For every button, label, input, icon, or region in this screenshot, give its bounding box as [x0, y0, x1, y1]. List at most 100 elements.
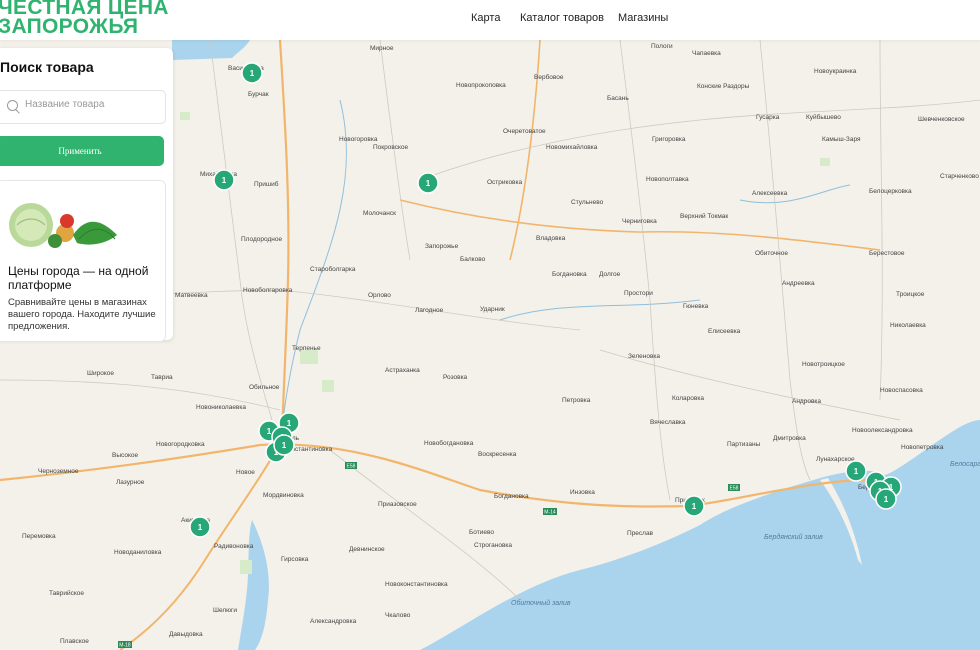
place-label: Новоконстантиновка — [385, 581, 448, 588]
place-label: Новоолександровка — [852, 427, 913, 434]
place-label: Запорожье — [425, 243, 459, 250]
nav-stores[interactable]: Магазины — [618, 12, 668, 24]
road-label: E58 — [730, 486, 739, 492]
place-label: Балково — [460, 256, 486, 263]
place-label: Петровка — [562, 397, 591, 404]
place-label: Остриковка — [487, 179, 523, 186]
place-label: Строгановка — [474, 542, 512, 549]
place-label: Григоровка — [652, 136, 686, 143]
place-label: Чапаевка — [692, 50, 721, 57]
apply-button[interactable]: Применить — [0, 136, 164, 166]
place-label: Простори — [624, 290, 653, 297]
place-label: Плавское — [60, 638, 89, 645]
search-icon — [7, 100, 18, 111]
marker-count: 1 — [426, 179, 431, 188]
promo-text: Сравнивайте цены в магазинах вашего горо… — [8, 297, 156, 332]
place-label: Новополтавка — [646, 176, 689, 183]
place-label: Новоукраинка — [814, 68, 857, 75]
place-label: Старченково — [940, 173, 979, 180]
store-marker[interactable]: 1 — [417, 172, 439, 194]
place-label: Молочанск — [363, 210, 396, 217]
place-label: Гусарка — [756, 114, 780, 121]
water-label: Обиточный залив — [511, 599, 571, 607]
road-label: M-18 — [119, 643, 131, 649]
place-label: Пологи — [651, 43, 673, 50]
place-label: Новониколаевка — [196, 404, 246, 411]
product-search-input[interactable] — [25, 99, 155, 110]
place-label: Коларовка — [672, 395, 704, 402]
place-label: Приазовское — [378, 501, 417, 508]
store-marker[interactable]: 1 — [213, 169, 235, 191]
place-label: Терпенье — [292, 345, 321, 352]
place-label: Богдановка — [494, 493, 529, 500]
store-marker[interactable]: 1 — [875, 488, 897, 510]
marker-count: 1 — [282, 441, 287, 450]
nav-map[interactable]: Карта — [471, 12, 500, 24]
water-label: Белосарайская — [950, 460, 980, 468]
place-label: Камыш-Заря — [822, 136, 861, 143]
marker-count: 1 — [267, 427, 272, 436]
store-marker[interactable]: 1 — [189, 516, 211, 538]
place-label: Староболгарка — [310, 265, 356, 273]
store-marker[interactable]: 1 — [241, 62, 263, 84]
nav-catalog[interactable]: Каталог товаров — [520, 12, 604, 24]
marker-count: 1 — [854, 467, 859, 476]
place-label: Воскресенка — [478, 451, 517, 458]
road-label: M-14 — [544, 510, 556, 516]
place-label: Новогородковка — [156, 441, 205, 448]
place-label: Долгое — [599, 271, 621, 278]
vegetables-illustration — [9, 203, 117, 248]
place-label: Астраханка — [385, 367, 420, 374]
place-label: Обильное — [249, 383, 280, 391]
place-label: Высокое — [112, 452, 138, 459]
marker-count: 1 — [198, 523, 203, 532]
place-label: Новое — [236, 469, 255, 476]
place-label: Вербовое — [534, 73, 564, 81]
place-label: Лагодное — [415, 307, 444, 314]
panel-title: Поиск товара — [0, 59, 94, 75]
place-label: Плодородное — [241, 236, 283, 243]
place-label: Новомихайловка — [546, 143, 598, 151]
place-label: Мирное — [370, 45, 394, 52]
store-marker[interactable]: 1 — [273, 434, 295, 456]
place-label: Куйбышево — [806, 113, 841, 121]
place-label: Андровка — [792, 398, 821, 405]
place-label: Ботиево — [469, 529, 494, 536]
place-label: Партизаны — [727, 441, 761, 448]
place-label: Лунахарское — [816, 456, 855, 463]
marker-count: 1 — [884, 495, 889, 504]
search-box[interactable] — [0, 90, 166, 124]
place-label: Дмитровка — [773, 435, 806, 442]
place-label: Обиточное — [755, 249, 788, 257]
place-label: Елисеевка — [708, 328, 741, 335]
top-header: ЧЕСТНАЯ ЦЕНА ЗАПОРОЖЬЯ Карта Каталог тов… — [0, 0, 980, 40]
place-label: Басань — [607, 95, 629, 102]
brand-line-2: ЗАПОРОЖЬЯ — [0, 15, 139, 38]
place-label: Шелюги — [213, 607, 237, 614]
place-label: Мордвиновка — [263, 492, 304, 499]
place-label: Владовка — [536, 235, 566, 242]
place-label: Стульнево — [571, 199, 604, 206]
store-marker[interactable]: 1 — [683, 495, 705, 517]
brand-logo[interactable]: ЧЕСТНАЯ ЦЕНА ЗАПОРОЖЬЯ — [0, 0, 169, 38]
place-label: Новопрокоповка — [456, 82, 506, 89]
place-label: Зеленовка — [628, 353, 660, 360]
place-label: Широкое — [87, 370, 114, 377]
place-label: Розовка — [443, 374, 468, 381]
place-label: Радивоновка — [214, 543, 254, 550]
place-label: Давыдовка — [169, 631, 203, 638]
place-label: Ударник — [480, 306, 505, 313]
place-label: Черноземное — [38, 468, 79, 475]
place-label: Перемовка — [22, 533, 56, 540]
place-label: Новоболгаровка — [243, 286, 293, 294]
place-label: Александровка — [310, 618, 357, 625]
place-label: Инзовка — [570, 489, 595, 496]
store-marker[interactable]: 1 — [845, 460, 867, 482]
place-label: Бурчак — [248, 91, 269, 98]
place-label: Вячеславка — [650, 419, 686, 426]
place-label: Тавриа — [151, 374, 173, 381]
place-label: Новотроицкое — [802, 361, 845, 368]
place-label: Лазурное — [116, 479, 145, 486]
place-label: Таврийское — [49, 589, 84, 597]
place-label: Черниговка — [622, 218, 657, 225]
